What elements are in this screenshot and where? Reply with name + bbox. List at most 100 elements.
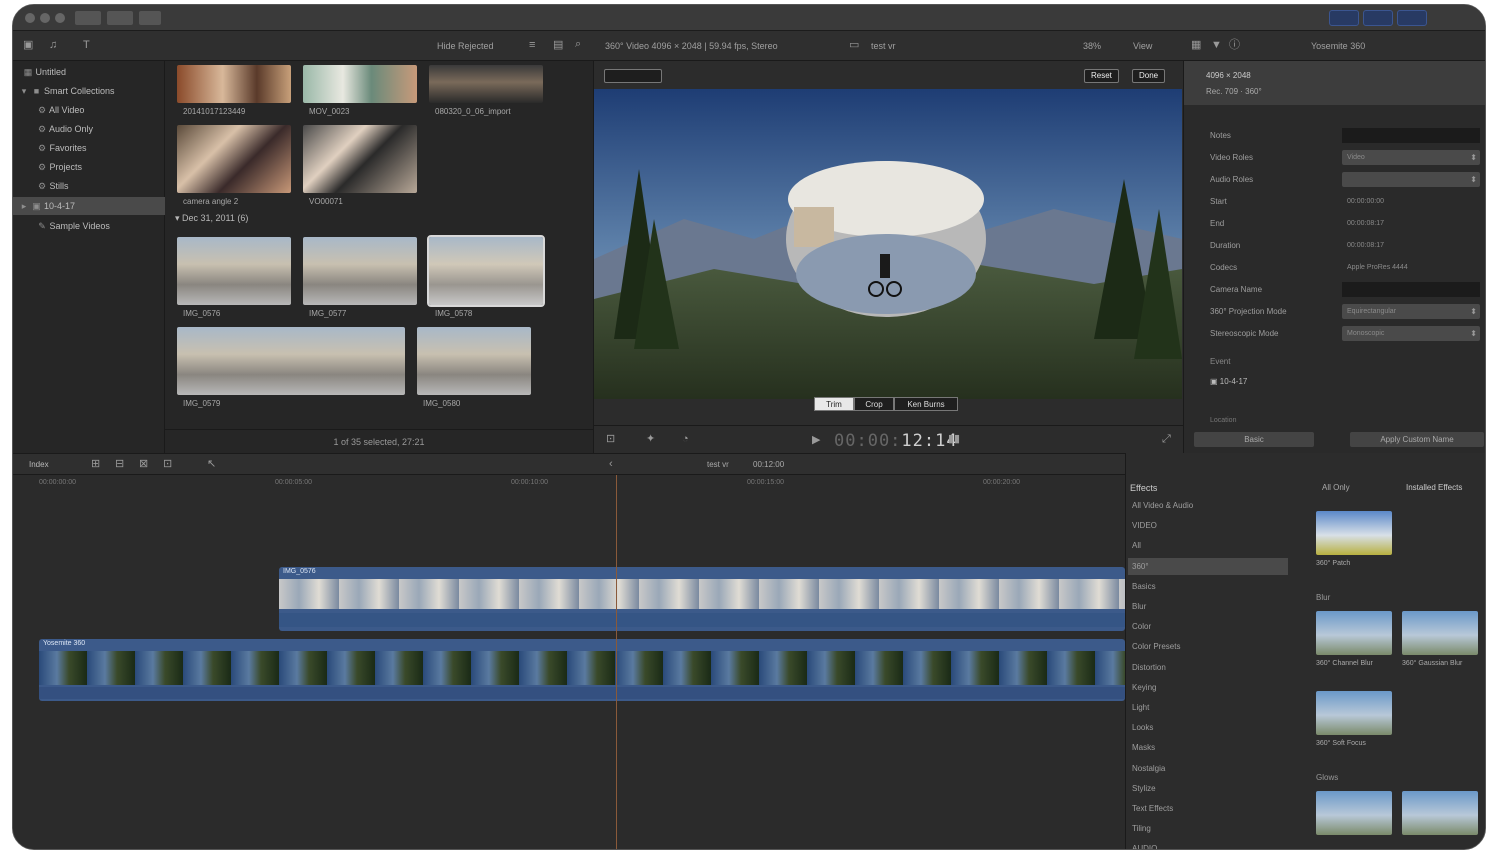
viewer-image[interactable] bbox=[594, 89, 1182, 399]
inspector-field-value[interactable]: Video bbox=[1342, 150, 1480, 165]
video-inspector-icon[interactable]: ▦ bbox=[1191, 40, 1201, 51]
transform-controls[interactable] bbox=[604, 69, 662, 83]
effects-filter[interactable]: All Only bbox=[1322, 483, 1350, 492]
crop-tab[interactable]: Crop bbox=[854, 397, 894, 411]
playhead[interactable] bbox=[616, 475, 617, 849]
sidebar-item-audio-only[interactable]: ⚙ Audio Only bbox=[13, 120, 165, 138]
play-icon[interactable]: ▶ bbox=[812, 435, 820, 446]
effects-category-item[interactable]: VIDEO bbox=[1128, 517, 1288, 534]
clip-thumbnail[interactable] bbox=[303, 125, 417, 193]
reset-button[interactable]: Reset bbox=[1084, 69, 1119, 83]
clip-thumbnail[interactable] bbox=[429, 65, 543, 103]
clip-thumbnail[interactable] bbox=[303, 65, 417, 103]
titles-generators-icon[interactable]: T bbox=[83, 40, 90, 51]
disclosure-triangle-icon[interactable]: ▾ bbox=[175, 213, 182, 223]
sidebar-item-sample-videos[interactable]: ✎ Sample Videos bbox=[13, 217, 165, 235]
view-menu[interactable]: View bbox=[1133, 41, 1152, 51]
minimize-window-button[interactable] bbox=[40, 13, 50, 23]
select-tool-icon[interactable]: ↖ bbox=[207, 459, 216, 470]
enhance-icon[interactable]: ✦ bbox=[646, 434, 655, 445]
zoom-menu[interactable]: 38% bbox=[1083, 41, 1101, 51]
effect-thumbnail[interactable] bbox=[1402, 611, 1478, 655]
effects-category-item[interactable]: Basics bbox=[1128, 578, 1288, 595]
insert-clip-icon[interactable]: ⊟ bbox=[115, 459, 124, 470]
disclosure-triangle-icon[interactable]: ▾ bbox=[19, 82, 29, 100]
apply-custom-name-menu[interactable]: Apply Custom Name bbox=[1350, 432, 1484, 447]
crop-tool-icon[interactable]: ⊡ bbox=[606, 434, 615, 445]
sidebar-item-all-video[interactable]: ⚙ All Video bbox=[13, 101, 165, 119]
connected-clip[interactable]: IMG_0576 bbox=[279, 567, 1125, 631]
info-inspector-icon[interactable]: ⓘ bbox=[1229, 40, 1240, 51]
effects-category-item[interactable]: Distortion bbox=[1128, 659, 1288, 676]
effect-thumbnail[interactable] bbox=[1316, 511, 1392, 555]
connect-clip-icon[interactable]: ⊞ bbox=[91, 459, 100, 470]
sidebar-item-library[interactable]: ▦ Untitled bbox=[13, 63, 165, 81]
effect-thumbnail[interactable] bbox=[1316, 691, 1392, 735]
sidebar-item-stills[interactable]: ⚙ Stills bbox=[13, 177, 165, 195]
show-timeline-button[interactable] bbox=[1363, 10, 1393, 26]
effects-category-item[interactable]: Stylize bbox=[1128, 780, 1288, 797]
inspector-field-value[interactable]: Apple ProRes 4444 bbox=[1342, 260, 1480, 275]
zoom-window-button[interactable] bbox=[55, 13, 65, 23]
effects-category-item[interactable]: Blur bbox=[1128, 598, 1288, 615]
show-inspector-button[interactable] bbox=[1397, 10, 1427, 26]
effect-thumbnail[interactable] bbox=[1316, 611, 1392, 655]
effects-category-item[interactable]: Light bbox=[1128, 699, 1288, 716]
effects-category-item[interactable]: Keying bbox=[1128, 679, 1288, 696]
basic-metadata-menu[interactable]: Basic bbox=[1194, 432, 1314, 447]
inspector-field-value[interactable] bbox=[1342, 128, 1480, 143]
inspector-field-value[interactable]: 00:00:08:17 bbox=[1342, 238, 1480, 253]
effects-category-item[interactable]: All bbox=[1128, 537, 1288, 554]
clip-thumbnail[interactable] bbox=[177, 125, 291, 193]
effects-category-item[interactable]: 360° bbox=[1128, 557, 1288, 575]
installed-effects-menu[interactable]: Installed Effects bbox=[1406, 483, 1462, 492]
import-media-button[interactable] bbox=[75, 11, 101, 25]
show-browser-button[interactable] bbox=[1329, 10, 1359, 26]
overwrite-clip-icon[interactable]: ⊡ bbox=[163, 459, 172, 470]
effect-thumbnail[interactable] bbox=[1316, 791, 1392, 835]
ken-burns-tab[interactable]: Ken Burns bbox=[894, 397, 958, 411]
effects-category-item[interactable]: Tiling bbox=[1128, 820, 1288, 837]
date-group-header[interactable]: ▾ Dec 31, 2011 (6) bbox=[175, 213, 248, 224]
clip-thumbnail[interactable] bbox=[417, 327, 531, 395]
effects-category-item[interactable]: Text Effects bbox=[1128, 800, 1288, 817]
disclosure-triangle-icon[interactable]: ▸ bbox=[19, 197, 29, 215]
clip-thumbnail-selected[interactable] bbox=[427, 235, 545, 307]
effects-category-item[interactable]: All Video & Audio bbox=[1128, 497, 1288, 514]
effects-category-item[interactable]: Masks bbox=[1128, 739, 1288, 756]
keyword-button[interactable] bbox=[107, 11, 133, 25]
back-icon[interactable]: ‹ bbox=[609, 459, 613, 470]
clip-thumbnail[interactable] bbox=[177, 65, 291, 103]
timeline[interactable]: 00:00:00:00 00:00:05:00 00:00:10:00 00:0… bbox=[13, 475, 1125, 849]
libraries-icon[interactable]: ▣ bbox=[23, 40, 33, 51]
close-window-button[interactable] bbox=[25, 13, 35, 23]
effects-category-item[interactable]: Color Presets bbox=[1128, 638, 1288, 655]
effects-category-item[interactable]: Nostalgia bbox=[1128, 760, 1288, 777]
filter-inspector-icon[interactable]: ▼ bbox=[1211, 40, 1222, 51]
sidebar-item-projects[interactable]: ⚙ Projects bbox=[13, 158, 165, 176]
sidebar-item-event[interactable]: ▸ ▣ 10-4-17 bbox=[13, 197, 165, 215]
filmstrip-view-icon[interactable]: ≡ bbox=[529, 40, 535, 51]
background-tasks-button[interactable] bbox=[139, 11, 161, 25]
trim-tab[interactable]: Trim bbox=[814, 397, 854, 411]
photos-audio-icon[interactable]: ♫ bbox=[49, 40, 57, 51]
fullscreen-icon[interactable]: ⤢ bbox=[1162, 434, 1171, 445]
inspector-field-value[interactable]: 00:00:00:00 bbox=[1342, 194, 1480, 209]
index-button[interactable]: Index bbox=[29, 460, 49, 469]
inspector-field-value[interactable]: Monoscopic bbox=[1342, 326, 1480, 341]
effects-category-item[interactable]: Color bbox=[1128, 618, 1288, 635]
append-clip-icon[interactable]: ⊠ bbox=[139, 459, 148, 470]
done-button[interactable]: Done bbox=[1132, 69, 1166, 83]
inspector-field-value[interactable]: 00:00:08:17 bbox=[1342, 216, 1480, 231]
clip-thumbnail[interactable] bbox=[177, 327, 405, 395]
search-icon[interactable]: ⌕ bbox=[575, 39, 581, 50]
list-view-icon[interactable]: ▤ bbox=[553, 40, 563, 51]
inspector-field-value[interactable] bbox=[1342, 172, 1480, 187]
sidebar-item-smart-collections[interactable]: ▾ ■ Smart Collections bbox=[13, 82, 165, 100]
effects-category-item[interactable]: Looks bbox=[1128, 719, 1288, 736]
effects-category-item[interactable]: AUDIO bbox=[1128, 840, 1288, 849]
clip-filter-menu[interactable]: Hide Rejected bbox=[437, 41, 494, 51]
sidebar-item-favorites[interactable]: ⚙ Favorites bbox=[13, 139, 165, 157]
effect-thumbnail[interactable] bbox=[1402, 791, 1478, 835]
inspector-field-value[interactable]: Equirectangular bbox=[1342, 304, 1480, 319]
